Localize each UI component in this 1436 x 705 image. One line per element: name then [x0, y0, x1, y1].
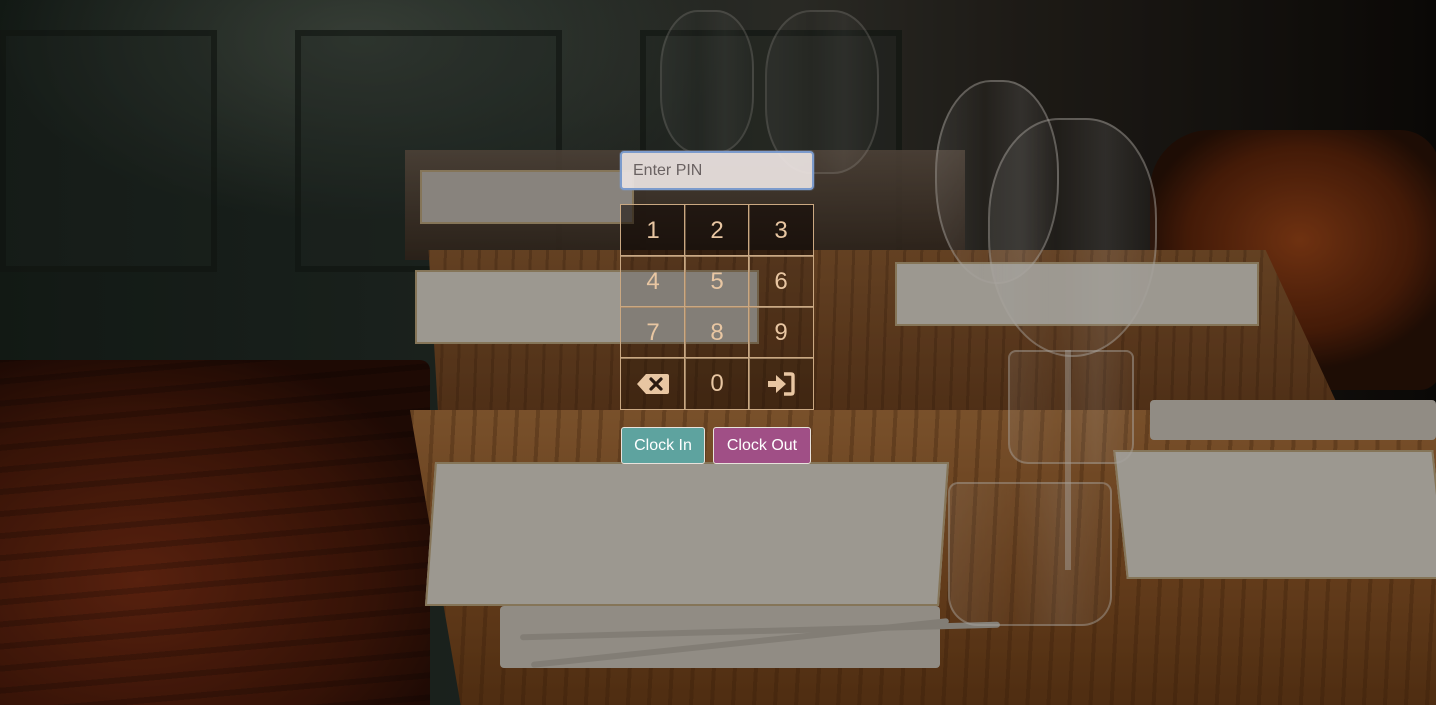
clock-out-button[interactable]: Clock Out — [713, 427, 811, 464]
clock-in-button[interactable]: Clock In — [621, 427, 705, 464]
sign-in-icon — [767, 371, 795, 396]
key-5[interactable]: 5 — [684, 255, 750, 308]
clock-screen: 1 2 3 4 5 6 7 8 9 0 Clock In Clock Out — [0, 0, 1436, 705]
key-6[interactable]: 6 — [748, 255, 814, 308]
backspace-icon — [636, 373, 670, 395]
pin-panel: 1 2 3 4 5 6 7 8 9 0 Clock In Clock Out — [620, 151, 814, 464]
key-8[interactable]: 8 — [684, 306, 750, 359]
submit-pin-button[interactable] — [748, 357, 814, 410]
key-0[interactable]: 0 — [684, 357, 750, 410]
key-9[interactable]: 9 — [748, 306, 814, 359]
key-2[interactable]: 2 — [684, 204, 750, 257]
key-7[interactable]: 7 — [620, 306, 686, 359]
pin-input[interactable] — [620, 151, 814, 190]
key-1[interactable]: 1 — [620, 204, 686, 257]
key-3[interactable]: 3 — [748, 204, 814, 257]
key-4[interactable]: 4 — [620, 255, 686, 308]
backspace-button[interactable] — [620, 357, 686, 410]
keypad: 1 2 3 4 5 6 7 8 9 0 — [620, 204, 814, 410]
clock-actions: Clock In Clock Out — [621, 427, 814, 464]
